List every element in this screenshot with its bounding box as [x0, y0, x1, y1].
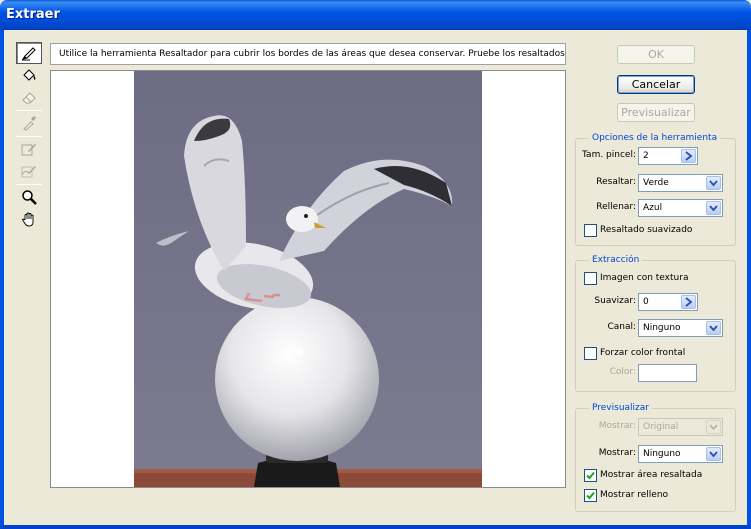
- show-fill-checkbox[interactable]: [584, 489, 597, 502]
- edge-highlighter-tool-icon[interactable]: [16, 42, 42, 64]
- chevron-down-icon[interactable]: [706, 420, 721, 434]
- textured-image-checkbox[interactable]: [584, 272, 597, 285]
- show-fill-label: Mostrar relleno: [600, 490, 669, 500]
- show-value-1: Original: [643, 422, 679, 432]
- force-foreground-checkbox[interactable]: [584, 347, 597, 360]
- preview-canvas[interactable]: [50, 70, 566, 488]
- edge-touchup-tool-icon[interactable]: [16, 160, 42, 182]
- channel-label: Canal:: [607, 322, 636, 332]
- show-highlight-label: Mostrar área resaltada: [600, 470, 703, 480]
- seagull-photo: [134, 71, 482, 487]
- title-bar[interactable]: Extraer: [0, 0, 751, 30]
- brush-size-label: Tam. pincel:: [582, 150, 636, 160]
- show-value-2: Ninguno: [643, 449, 681, 459]
- window-frame-bottom: [0, 525, 751, 529]
- chevron-down-icon[interactable]: [706, 201, 721, 215]
- zoom-tool-icon[interactable]: [16, 186, 42, 208]
- color-swatch[interactable]: [638, 364, 697, 382]
- force-foreground-label: Forzar color frontal: [600, 348, 686, 358]
- show-label-1: Mostrar:: [598, 421, 636, 431]
- check-icon: [586, 471, 595, 480]
- highlight-label: Resaltar:: [596, 177, 636, 187]
- preview-group-title: Previsualizar: [589, 403, 652, 413]
- chevron-down-icon[interactable]: [706, 176, 721, 190]
- show-select[interactable]: Ninguno: [638, 445, 723, 463]
- smooth-label: Suavizar:: [594, 296, 636, 306]
- channel-value: Ninguno: [643, 323, 681, 333]
- show-original-select[interactable]: Original: [638, 418, 723, 436]
- window-frame-left: [0, 30, 4, 529]
- cleanup-tool-icon[interactable]: [16, 138, 42, 160]
- fill-value: Azul: [643, 203, 663, 213]
- instructions-text: Utilice la herramienta Resaltador para c…: [50, 43, 566, 65]
- fill-select[interactable]: Azul: [638, 199, 723, 217]
- tool-options-title: Opciones de la herramienta: [589, 133, 721, 143]
- highlight-value: Verde: [643, 178, 669, 188]
- tool-separator: [16, 184, 42, 185]
- eraser-tool-icon[interactable]: [16, 86, 42, 108]
- fill-tool-icon[interactable]: [16, 64, 42, 86]
- brush-size-field[interactable]: 2: [638, 147, 698, 165]
- smooth-field[interactable]: 0: [638, 293, 698, 311]
- smart-highlight-checkbox[interactable]: [584, 224, 597, 237]
- preview-button[interactable]: Previsualizar: [617, 103, 695, 122]
- cancel-button[interactable]: Cancelar: [617, 75, 695, 94]
- smooth-slider-button[interactable]: [681, 295, 696, 309]
- tool-separator: [16, 110, 42, 111]
- brush-size-value: 2: [643, 151, 649, 161]
- show-label-2: Mostrar:: [598, 448, 636, 458]
- check-icon: [586, 491, 595, 500]
- smart-highlight-label: Resaltado suavizado: [600, 225, 693, 235]
- brush-size-slider-button[interactable]: [681, 149, 696, 163]
- smooth-value: 0: [643, 297, 649, 307]
- fill-label: Rellenar:: [596, 202, 636, 212]
- color-label: Color:: [609, 367, 636, 377]
- textured-image-label: Imagen con textura: [600, 273, 689, 283]
- highlight-select[interactable]: Verde: [638, 174, 723, 192]
- chevron-down-icon[interactable]: [706, 447, 721, 461]
- show-highlight-checkbox[interactable]: [584, 469, 597, 482]
- tool-separator: [16, 136, 42, 137]
- channel-select[interactable]: Ninguno: [638, 319, 723, 337]
- window-title: Extraer: [6, 7, 60, 22]
- chevron-down-icon[interactable]: [706, 321, 721, 335]
- hand-tool-icon[interactable]: [16, 208, 42, 230]
- extraction-title: Extracción: [589, 255, 643, 265]
- eyedropper-tool-icon[interactable]: [16, 112, 42, 134]
- window-frame-right: [747, 30, 751, 529]
- ok-button[interactable]: OK: [617, 45, 695, 64]
